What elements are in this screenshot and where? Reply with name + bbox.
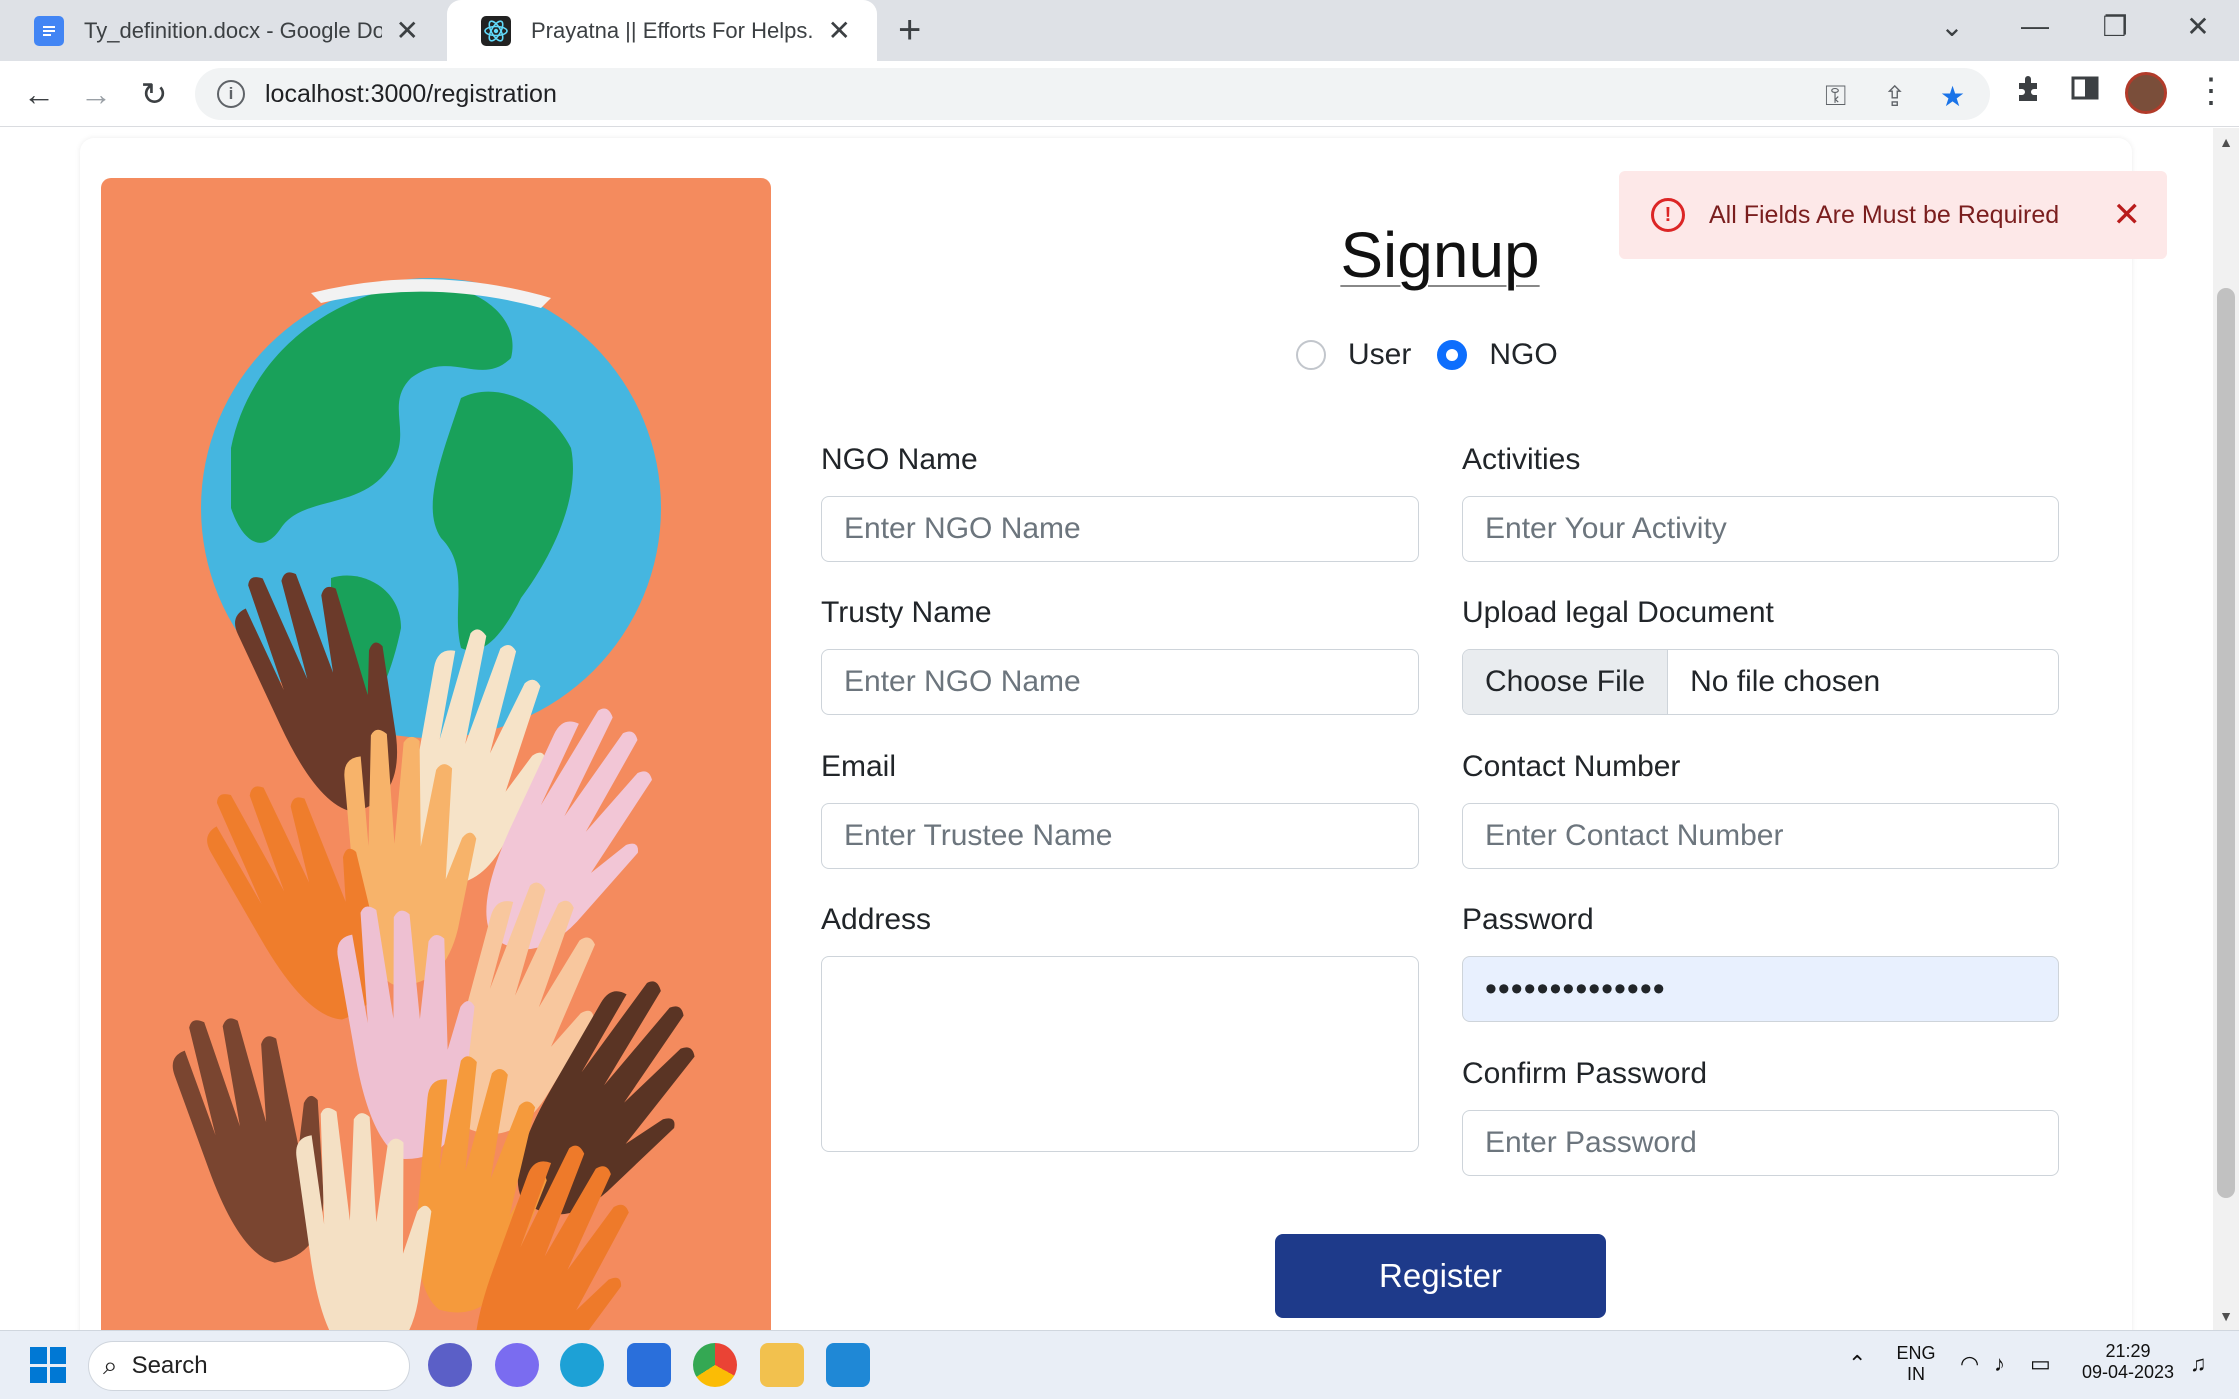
password-input[interactable]: ••••••••••••••	[1462, 956, 2059, 1022]
windows-taskbar: ⌕ Search ⌃ ENG IN ◠ ♪ ▭ 21:29 09-04-2023…	[0, 1330, 2239, 1399]
email-input[interactable]: Enter Trustee Name	[821, 803, 1419, 869]
forward-icon[interactable]: →	[73, 71, 119, 117]
language-indicator[interactable]: ENG IN	[1896, 1343, 1936, 1385]
error-toast: ! All Fields Are Must be Required ✕	[1619, 171, 2167, 259]
radio-user[interactable]	[1296, 340, 1326, 370]
share-icon[interactable]: ⇪	[1883, 80, 1906, 113]
menu-kebab-icon[interactable]: ⋮	[2194, 71, 2228, 111]
site-info-icon[interactable]: i	[217, 80, 245, 108]
copilot-app-icon[interactable]	[495, 1343, 539, 1387]
toast-message: All Fields Are Must be Required	[1709, 200, 2060, 229]
page-scrollbar[interactable]: ▲ ▼	[2213, 128, 2239, 1330]
activities-input[interactable]: Enter Your Activity	[1462, 496, 2059, 562]
clock-date: 09-04-2023	[2081, 1362, 2175, 1382]
address-textarea[interactable]	[821, 956, 1419, 1152]
back-icon[interactable]: ←	[16, 71, 62, 117]
email-label: Email	[821, 750, 897, 783]
legal-document-file-input[interactable]: Choose File No file chosen	[1462, 649, 2059, 715]
address-bar[interactable]: i localhost:3000/registration ⚿ ⇪ ★	[195, 68, 1990, 120]
activities-label: Activities	[1462, 443, 1581, 476]
page-viewport: Signup User NGO NGO Name Enter NGO Name …	[0, 128, 2213, 1330]
radio-ngo-label[interactable]: NGO	[1489, 338, 1557, 372]
tab-title: Ty_definition.docx - Google Docs	[84, 17, 382, 43]
legal-document-label: Upload legal Document	[1462, 596, 1774, 629]
tab-search-icon[interactable]: ⌄	[1912, 0, 1992, 52]
trusty-name-input[interactable]: Enter NGO Name	[821, 649, 1419, 715]
clock[interactable]: 21:29 09-04-2023	[2078, 1341, 2178, 1383]
scroll-down-arrow-icon[interactable]: ▼	[2213, 1308, 2239, 1324]
url-text[interactable]: localhost:3000/registration	[265, 80, 557, 109]
extensions-icon[interactable]	[2013, 73, 2043, 111]
microsoft-store-icon[interactable]	[627, 1343, 671, 1387]
tab-title: Prayatna || Efforts For Helps.	[531, 17, 814, 43]
side-panel-icon[interactable]	[2070, 73, 2100, 111]
bookmark-star-icon[interactable]: ★	[1940, 80, 1965, 113]
language-top: ENG	[1896, 1343, 1936, 1363]
close-window-icon[interactable]: ✕	[2158, 0, 2238, 52]
radio-user-label[interactable]: User	[1348, 338, 1411, 372]
minimize-icon[interactable]: —	[1995, 0, 2075, 52]
edge-browser-icon[interactable]	[560, 1343, 604, 1387]
address-label: Address	[821, 903, 932, 936]
ngo-name-input[interactable]: Enter NGO Name	[821, 496, 1419, 562]
password-label: Password	[1462, 903, 1594, 936]
close-tab-icon[interactable]: ✕	[396, 14, 419, 47]
chrome-browser-icon[interactable]	[693, 1343, 737, 1387]
clock-time: 21:29	[2105, 1341, 2151, 1361]
browser-tab-bar: Ty_definition.docx - Google Docs ✕ Praya…	[0, 0, 2239, 61]
register-button[interactable]: Register	[1275, 1234, 1606, 1318]
scrollbar-thumb[interactable]	[2217, 288, 2235, 1198]
vscode-icon[interactable]	[826, 1343, 870, 1387]
key-icon[interactable]: ⚿	[1825, 80, 1846, 113]
close-tab-icon[interactable]: ✕	[828, 14, 851, 47]
restore-icon[interactable]: ❐	[2075, 0, 2155, 52]
role-radio-group: User NGO	[1296, 338, 1584, 372]
wifi-icon[interactable]: ◠	[1960, 1351, 1979, 1377]
search-icon: ⌕	[103, 1350, 118, 1380]
radio-ngo[interactable]	[1437, 340, 1468, 370]
choose-file-button[interactable]: Choose File	[1463, 650, 1669, 714]
browser-toolbar: ← → ↻ i localhost:3000/registration ⚿ ⇪ …	[0, 61, 2239, 127]
error-alert-icon: !	[1651, 198, 1685, 232]
profile-avatar[interactable]	[2125, 72, 2167, 114]
page-title: Signup	[1340, 219, 1540, 291]
hero-illustration	[101, 178, 771, 1330]
chat-app-icon[interactable]	[428, 1343, 472, 1387]
google-docs-icon	[34, 15, 64, 46]
tray-chevron-icon[interactable]: ⌃	[1848, 1351, 1866, 1377]
taskbar-search[interactable]: ⌕ Search	[88, 1341, 410, 1391]
tab-prayatna[interactable]: Prayatna || Efforts For Helps. ✕	[447, 0, 877, 61]
scroll-up-arrow-icon[interactable]: ▲	[2213, 134, 2239, 150]
confirm-password-input[interactable]: Enter Password	[1462, 1110, 2059, 1176]
confirm-password-label: Confirm Password	[1462, 1057, 1708, 1090]
battery-icon[interactable]: ▭	[2030, 1351, 2051, 1377]
reload-icon[interactable]: ↻	[131, 71, 177, 117]
ngo-name-label: NGO Name	[821, 443, 978, 476]
react-icon	[481, 15, 511, 46]
new-tab-icon[interactable]: +	[898, 10, 921, 50]
notification-bell-icon[interactable]: ♫	[2190, 1351, 2207, 1377]
windows-start-icon[interactable]	[30, 1347, 66, 1383]
taskbar-search-label: Search	[131, 1352, 208, 1379]
volume-icon[interactable]: ♪	[1994, 1351, 2005, 1377]
trusty-name-label: Trusty Name	[821, 596, 992, 629]
file-explorer-icon[interactable]	[760, 1343, 804, 1387]
language-bottom: IN	[1907, 1364, 1925, 1384]
close-toast-icon[interactable]: ✕	[2113, 195, 2142, 235]
contact-number-label: Contact Number	[1462, 750, 1681, 783]
contact-number-input[interactable]: Enter Contact Number	[1462, 803, 2059, 869]
tab-google-docs[interactable]: Ty_definition.docx - Google Docs ✕	[0, 0, 445, 61]
file-status-text: No file chosen	[1690, 665, 1881, 698]
